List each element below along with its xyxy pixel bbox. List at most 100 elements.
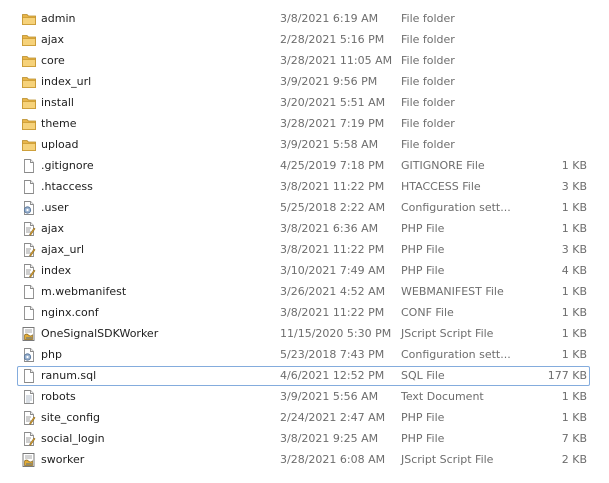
php-file-icon: [21, 410, 37, 426]
file-row[interactable]: ajax 2/28/2021 5:16 PM File folder: [0, 30, 609, 51]
file-type: File folder: [401, 117, 455, 130]
file-type: File folder: [401, 96, 455, 109]
blank-file-icon: [21, 179, 37, 195]
file-row[interactable]: m.webmanifest 3/26/2021 4:52 AM WEBMANIFES…: [0, 282, 609, 303]
file-type: PHP File: [401, 411, 445, 424]
file-name: php: [41, 348, 62, 361]
file-size: 1 KB: [561, 159, 587, 172]
file-name: ajax: [41, 33, 65, 46]
file-row[interactable]: OneSignalSDKWorker 11/15/2020 5:30 PM JScr…: [0, 324, 609, 345]
file-date-modified: 3/28/2021 6:08 AM: [280, 453, 386, 466]
file-date-modified: 3/8/2021 6:36 AM: [280, 222, 379, 235]
file-name: social_login: [41, 432, 105, 445]
file-date-modified: 3/9/2021 5:56 AM: [280, 390, 379, 403]
file-row[interactable]: upload 3/9/2021 5:58 AM File folder: [0, 135, 609, 156]
file-row[interactable]: ranum.sql 4/6/2021 12:52 PM SQL File 177 KB: [0, 366, 609, 387]
folder-icon: [21, 74, 37, 90]
file-name: .htaccess: [41, 180, 93, 193]
file-size: 3 KB: [561, 243, 587, 256]
file-type: File folder: [401, 138, 455, 151]
file-row[interactable]: admin 3/8/2021 6:19 AM File folder: [0, 9, 609, 30]
file-row[interactable]: site_config 2/24/2021 2:47 AM PHP File 1 KB: [0, 408, 609, 429]
file-size: 1 KB: [561, 390, 587, 403]
file-type: Configuration sett...: [401, 201, 511, 214]
file-name: .user: [41, 201, 69, 214]
file-size: 1 KB: [561, 285, 587, 298]
file-row[interactable]: index 3/10/2021 7:49 AM PHP File 4 KB: [0, 261, 609, 282]
file-name: .gitignore: [41, 159, 94, 172]
file-type: CONF File: [401, 306, 454, 319]
folder-icon: [21, 11, 37, 27]
file-row[interactable]: install 3/20/2021 5:51 AM File folder: [0, 93, 609, 114]
file-row[interactable]: ajax_url 3/8/2021 11:22 PM PHP File 3 KB: [0, 240, 609, 261]
php-file-icon: [21, 242, 37, 258]
folder-icon: [21, 32, 37, 48]
blank-file-icon: [21, 368, 37, 384]
script-file-icon: [21, 452, 37, 468]
file-size: 1 KB: [561, 348, 587, 361]
file-date-modified: 3/20/2021 5:51 AM: [280, 96, 386, 109]
file-row[interactable]: social_login 3/8/2021 9:25 AM PHP File 7 KB: [0, 429, 609, 450]
file-row[interactable]: ajax 3/8/2021 6:36 AM PHP File 1 KB: [0, 219, 609, 240]
file-name: ranum.sql: [41, 369, 97, 382]
php-file-icon: [21, 221, 37, 237]
folder-icon: [21, 137, 37, 153]
file-name: admin: [41, 12, 76, 25]
file-date-modified: 3/28/2021 7:19 PM: [280, 117, 385, 130]
file-name: ajax: [41, 222, 65, 235]
file-name: theme: [41, 117, 77, 130]
file-date-modified: 11/15/2020 5:30 PM: [280, 327, 392, 340]
file-type: PHP File: [401, 264, 445, 277]
file-type: HTACCESS File: [401, 180, 481, 193]
file-date-modified: 3/10/2021 7:49 AM: [280, 264, 386, 277]
file-size: 1 KB: [561, 327, 587, 340]
file-size: 1 KB: [561, 411, 587, 424]
file-name: m.webmanifest: [41, 285, 127, 298]
file-type: PHP File: [401, 222, 445, 235]
file-name: sworker: [41, 453, 85, 466]
file-type: Text Document: [401, 390, 484, 403]
file-name: core: [41, 54, 65, 67]
php-file-icon: [21, 431, 37, 447]
file-row[interactable]: .gitignore 4/25/2019 7:18 PM GITIGNORE Fil…: [0, 156, 609, 177]
file-row[interactable]: php 5/23/2018 7:43 PM Configuration sett..…: [0, 345, 609, 366]
file-name: OneSignalSDKWorker: [41, 327, 159, 340]
file-name: install: [41, 96, 74, 109]
file-row[interactable]: core 3/28/2021 11:05 AM File folder: [0, 51, 609, 72]
file-date-modified: 3/28/2021 11:05 AM: [280, 54, 393, 67]
file-date-modified: 4/25/2019 7:18 PM: [280, 159, 385, 172]
file-type: PHP File: [401, 243, 445, 256]
blank-file-icon: [21, 305, 37, 321]
file-name: upload: [41, 138, 79, 151]
file-type: File folder: [401, 12, 455, 25]
file-name: ajax_url: [41, 243, 85, 256]
file-name: index_url: [41, 75, 92, 88]
file-row[interactable]: theme 3/28/2021 7:19 PM File folder: [0, 114, 609, 135]
file-row[interactable]: index_url 3/9/2021 9:56 PM File folder: [0, 72, 609, 93]
config-file-icon: [21, 200, 37, 216]
file-date-modified: 4/6/2021 12:52 PM: [280, 369, 385, 382]
file-row[interactable]: robots 3/9/2021 5:56 AM Text Document 1 KB: [0, 387, 609, 408]
php-file-icon: [21, 263, 37, 279]
config-file-icon: [21, 347, 37, 363]
file-date-modified: 3/8/2021 9:25 AM: [280, 432, 379, 445]
file-size: 177 KB: [547, 369, 587, 382]
file-type: File folder: [401, 54, 455, 67]
file-date-modified: 3/26/2021 4:52 AM: [280, 285, 386, 298]
file-list: admin 3/8/2021 6:19 AM File folder ajax 2/2…: [0, 0, 609, 483]
file-type: File folder: [401, 75, 455, 88]
file-size: 7 KB: [561, 432, 587, 445]
file-row[interactable]: .htaccess 3/8/2021 11:22 PM HTACCESS File 3…: [0, 177, 609, 198]
file-size: 1 KB: [561, 306, 587, 319]
file-date-modified: 3/8/2021 11:22 PM: [280, 306, 385, 319]
folder-icon: [21, 116, 37, 132]
file-date-modified: 5/23/2018 7:43 PM: [280, 348, 385, 361]
file-row[interactable]: .user 5/25/2018 2:22 AM Configuration sett…: [0, 198, 609, 219]
file-name: robots: [41, 390, 76, 403]
file-name: nginx.conf: [41, 306, 99, 319]
blank-file-icon: [21, 158, 37, 174]
script-file-icon: [21, 326, 37, 342]
file-date-modified: 3/9/2021 5:58 AM: [280, 138, 379, 151]
file-row[interactable]: sworker 3/28/2021 6:08 AM JScript Script F…: [0, 450, 609, 471]
file-row[interactable]: nginx.conf 3/8/2021 11:22 PM CONF File 1 KB: [0, 303, 609, 324]
